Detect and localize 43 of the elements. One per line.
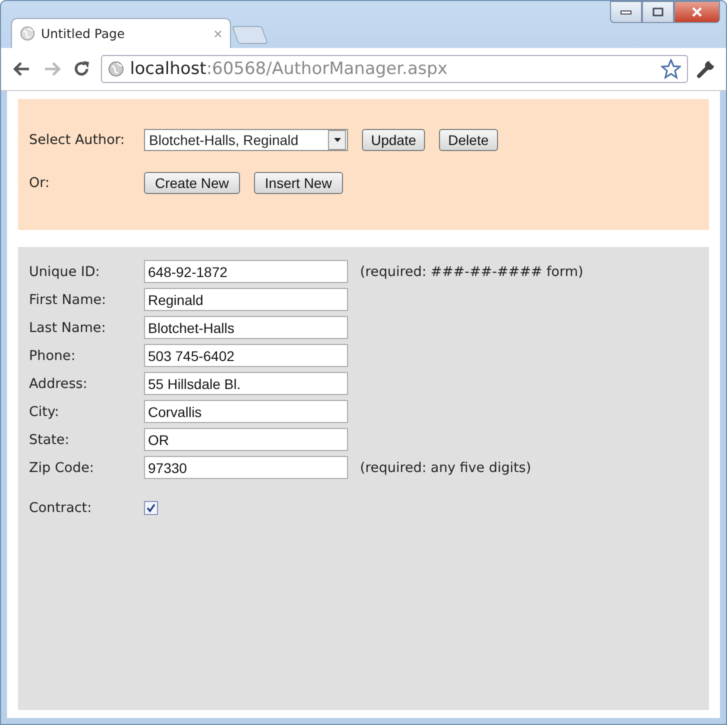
url-host: localhost [130,59,206,79]
close-icon [691,7,703,17]
input-field[interactable]: 503 745-6402 [144,344,348,367]
globe-icon [20,26,35,41]
hint-text: (required: ###-##-#### form) [360,264,584,280]
caret-icon [334,138,340,142]
maximize-button[interactable] [642,1,674,23]
hint-text: (required: any five digits) [360,460,532,476]
url-path: :60568/AuthorManager.aspx [206,59,448,79]
field-label: Select Author: [29,132,126,148]
action-button[interactable]: Insert New [254,172,343,194]
author-dropdown[interactable]: Blotchet-Halls, Reginald [144,129,348,151]
action-button[interactable]: Delete [439,129,498,151]
field-label: City: [29,404,60,420]
input-field[interactable]: Corvallis [144,400,348,423]
field-label: Zip Code: [29,460,95,476]
action-button[interactable]: Create New [144,172,240,194]
input-field[interactable]: Reginald [144,288,348,311]
field-label: Last Name: [29,320,107,336]
globe-icon [108,61,124,77]
field-label: Address: [29,376,88,392]
close-icon[interactable] [214,30,222,38]
browser-tab[interactable]: Untitled Page [11,18,231,48]
field-label: Phone: [29,348,76,364]
input-field[interactable]: 97330 [144,456,348,479]
minimize-button[interactable] [610,1,642,23]
field-label: First Name: [29,292,108,308]
address-bar[interactable]: localhost:60568/AuthorManager.aspx [101,55,688,83]
maximize-icon [652,7,664,17]
field-label: Or: [29,175,50,191]
input-field[interactable]: OR [144,428,348,451]
field-label: Contract: [29,500,93,516]
input-field[interactable]: 648-92-1872 [144,260,348,283]
contract-checkbox[interactable] [144,501,158,515]
action-button[interactable]: Update [362,129,426,151]
field-label: State: [29,432,70,448]
star-icon[interactable] [661,59,681,79]
wrench-icon[interactable] [696,59,716,79]
input-field[interactable]: 55 Hillsdale Bl. [144,372,348,395]
minimize-icon [620,9,632,15]
input-field[interactable]: Blotchet-Halls [144,316,348,339]
field-label: Unique ID: [29,264,101,280]
close-button[interactable] [674,1,720,23]
